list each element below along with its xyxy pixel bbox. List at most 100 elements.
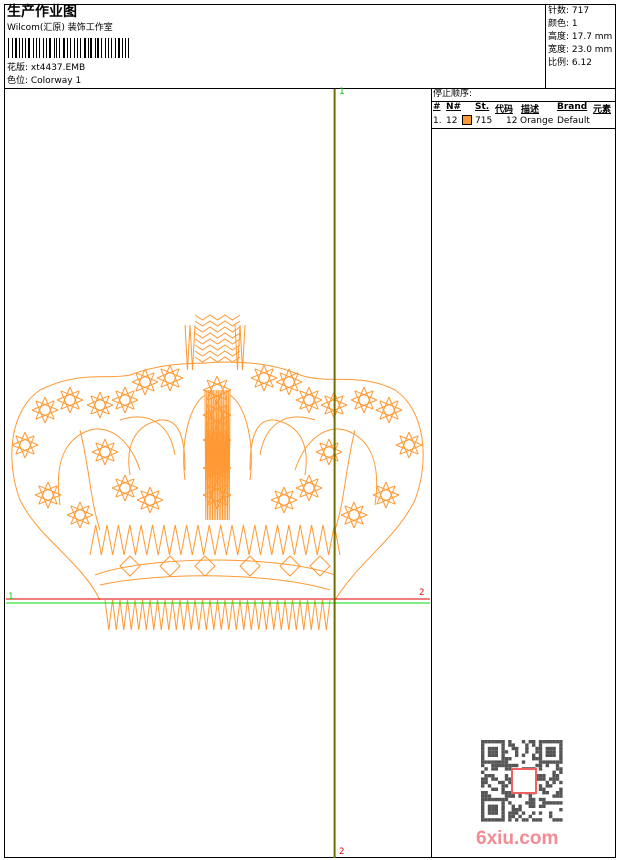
qr-module <box>545 750 549 754</box>
horizontal-marker-left: 1 <box>8 592 14 602</box>
qr-module <box>481 791 485 795</box>
qr-module <box>511 804 515 808</box>
qr-module <box>508 811 512 815</box>
qr-module <box>491 774 495 778</box>
qr-module <box>538 811 543 815</box>
star-motif <box>34 481 62 509</box>
qr-module <box>559 818 563 822</box>
qr-module <box>559 801 563 805</box>
qr-module <box>487 750 492 754</box>
qr-module <box>484 780 488 785</box>
qr-module <box>549 801 553 805</box>
qr-module <box>552 801 556 805</box>
qr-module <box>481 746 485 751</box>
qr-module <box>504 797 509 802</box>
crown-design <box>11 314 424 631</box>
qr-module <box>491 763 495 768</box>
qr-module <box>518 814 522 819</box>
qr-module <box>484 797 488 802</box>
cross-zigzag <box>194 314 241 321</box>
seal-stamp <box>511 768 537 794</box>
qr-module <box>525 750 529 754</box>
qr-module <box>494 808 498 812</box>
qr-module <box>538 757 543 761</box>
qr-module <box>552 774 556 778</box>
qr-module <box>555 740 560 744</box>
star-motif <box>270 486 298 514</box>
qr-module <box>515 750 519 754</box>
qr-module <box>494 804 498 808</box>
qr-module <box>484 760 488 764</box>
qr-module <box>515 811 519 815</box>
qr-module <box>552 818 556 822</box>
star-motif <box>111 386 139 414</box>
qr-module <box>504 767 509 771</box>
qr-module <box>484 740 488 744</box>
qr-module <box>508 743 512 747</box>
qr-module <box>484 777 488 781</box>
qr-module <box>511 743 515 747</box>
qr-module <box>501 760 505 764</box>
qr-module <box>481 763 485 768</box>
qr-module <box>501 763 505 768</box>
qr-module <box>538 787 543 791</box>
star-motif <box>275 368 303 396</box>
qr-module <box>555 777 560 781</box>
qr-module <box>501 791 505 795</box>
star-motif <box>250 364 278 392</box>
qr-module <box>491 760 495 764</box>
qr-module <box>481 801 485 805</box>
qr-module <box>491 750 495 754</box>
qr-module <box>487 818 492 822</box>
qr-module <box>532 797 536 802</box>
qr-module <box>542 787 546 791</box>
qr-module <box>511 763 515 768</box>
qr-module <box>545 780 549 785</box>
qr-module <box>491 787 495 791</box>
qr-module <box>494 767 498 771</box>
qr-module <box>508 740 512 744</box>
qr-module <box>494 750 498 754</box>
qr-module <box>542 777 546 781</box>
qr-module <box>532 757 536 761</box>
qr-module <box>481 811 485 815</box>
qr-module <box>525 746 529 751</box>
qr-module <box>508 814 512 819</box>
cross-zigzag <box>234 324 246 371</box>
qr-module <box>498 740 502 744</box>
qr-module <box>501 801 505 805</box>
qr-module <box>559 746 563 751</box>
qr-module <box>542 774 546 778</box>
cross-zigzag <box>194 326 241 333</box>
qr-module <box>521 753 526 757</box>
star-motif <box>350 386 378 414</box>
qr-module <box>487 808 492 812</box>
qr-module <box>481 757 485 761</box>
qr-module <box>487 804 492 808</box>
qr-module <box>525 743 529 747</box>
qr-module <box>501 746 505 751</box>
qr-module <box>538 804 543 808</box>
cross-zigzag <box>194 320 241 327</box>
qr-module <box>487 784 492 788</box>
qr-module <box>501 818 505 822</box>
qr-module <box>521 740 526 744</box>
qr-module <box>545 760 549 764</box>
band-zigzag <box>89 524 341 556</box>
qr-module <box>549 811 553 815</box>
qr-module <box>552 750 556 754</box>
qr-module <box>491 753 495 757</box>
star-motif <box>31 396 59 424</box>
qr-module <box>555 794 560 798</box>
qr-module <box>528 804 532 808</box>
qr-module <box>501 804 505 808</box>
qr-module <box>552 777 556 781</box>
qr-module <box>491 746 495 751</box>
qr-module <box>481 784 485 788</box>
qr-module <box>508 757 512 761</box>
qr-module <box>535 746 539 751</box>
star-motif <box>395 431 423 459</box>
qr-module <box>525 818 529 822</box>
qr-module <box>538 784 543 788</box>
cross-zigzag <box>194 332 241 339</box>
